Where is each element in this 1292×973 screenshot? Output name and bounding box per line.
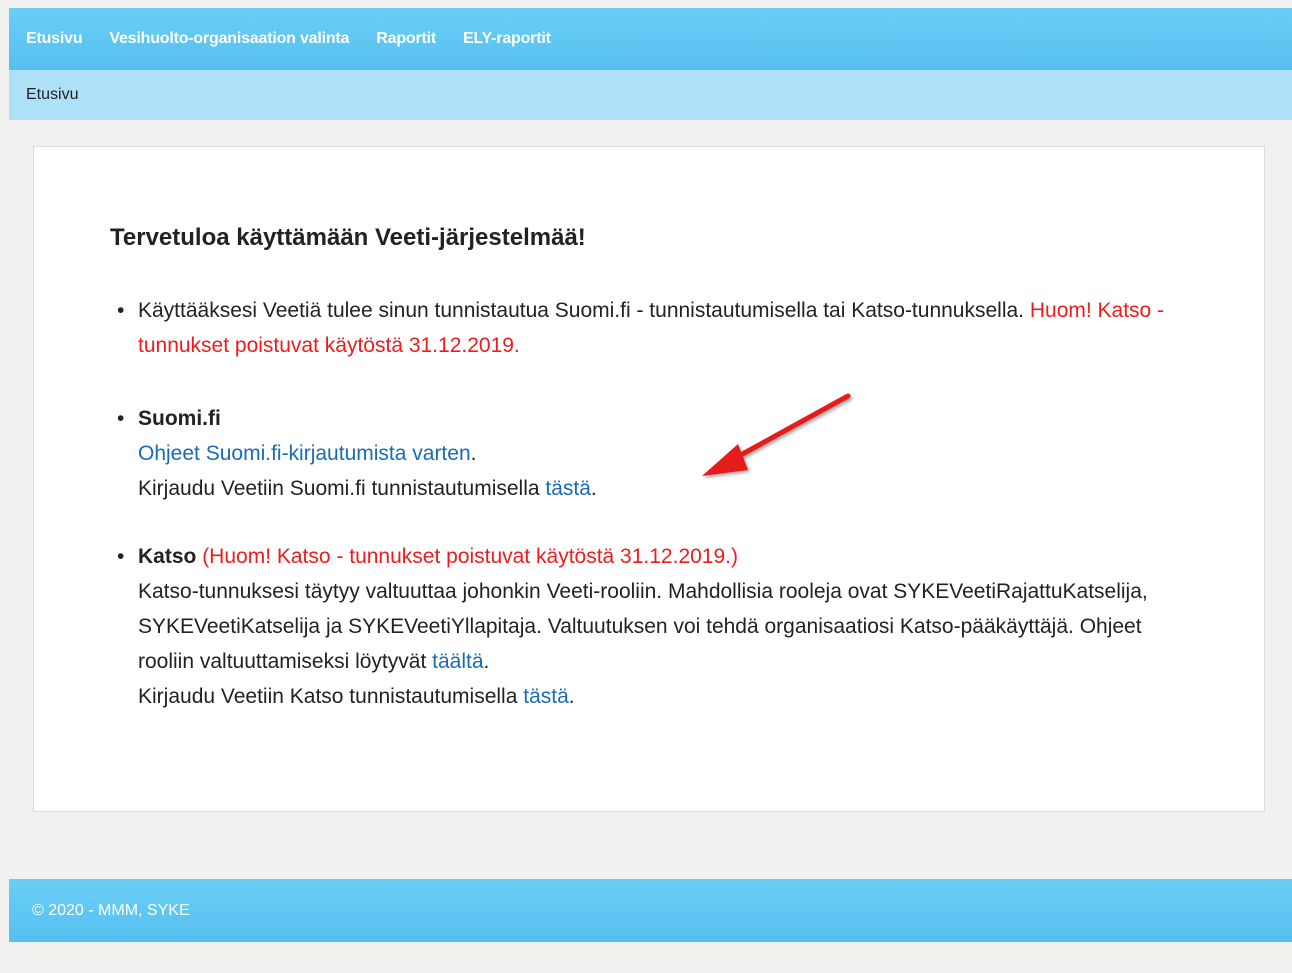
content-card: Tervetuloa käyttämään Veeti-järjestelmää…	[33, 146, 1265, 812]
suomifi-login-text: Kirjaudu Veetiin Suomi.fi tunnistautumis…	[138, 477, 546, 500]
suomifi-login-link[interactable]: tästä	[545, 477, 591, 500]
list-item-katso: Katso (Huom! Katso - tunnukset poistuvat…	[114, 539, 1194, 714]
breadcrumb: Etusivu	[9, 70, 1292, 120]
suomifi-login-suffix: .	[590, 477, 597, 500]
katso-heading: Katso	[138, 545, 197, 568]
katso-guide-link[interactable]: täältä	[432, 650, 483, 673]
red-arrow-icon	[702, 393, 851, 476]
katso-login-suffix: .	[568, 685, 575, 708]
footer-copyright: © 2020 - MMM, SYKE	[32, 901, 190, 919]
katso-body: Katso-tunnuksesi täytyy valtuuttaa johon…	[138, 580, 1148, 673]
suomifi-instructions-link[interactable]: Ohjeet Suomi.fi-kirjautumista varten	[138, 442, 471, 465]
nav-item-etusivu[interactable]: Etusivu	[26, 30, 83, 48]
katso-guide-suffix: .	[483, 650, 490, 673]
list-item-intro: Käyttääksesi Veetiä tulee sinun tunnista…	[114, 293, 1194, 401]
suomifi-instructions-suffix: .	[470, 442, 477, 465]
nav-item-ely-raportit[interactable]: ELY-raportit	[463, 30, 551, 48]
top-navigation: Etusivu Vesihuolto-organisaation valinta…	[9, 8, 1292, 70]
page: Etusivu Vesihuolto-organisaation valinta…	[0, 0, 1292, 973]
page-title: Tervetuloa käyttämään Veeti-järjestelmää…	[110, 224, 586, 251]
breadcrumb-current: Etusivu	[26, 86, 79, 103]
nav-item-vesihuolto-organisaation-valinta[interactable]: Vesihuolto-organisaation valinta	[109, 30, 349, 48]
katso-login-text: Kirjaudu Veetiin Katso tunnistautumisell…	[138, 685, 524, 708]
katso-warning: (Huom! Katso - tunnukset poistuvat käytö…	[196, 545, 738, 568]
footer: © 2020 - MMM, SYKE	[9, 879, 1292, 942]
list-item-suomifi: Suomi.fi Ohjeet Suomi.fi-kirjautumista v…	[114, 401, 1194, 539]
nav-item-raportit[interactable]: Raportit	[376, 30, 436, 48]
suomifi-heading: Suomi.fi	[138, 407, 221, 430]
login-options-list: Käyttääksesi Veetiä tulee sinun tunnista…	[114, 293, 1194, 714]
katso-login-link[interactable]: tästä	[523, 685, 569, 708]
intro-text: Käyttääksesi Veetiä tulee sinun tunnista…	[138, 299, 1030, 322]
